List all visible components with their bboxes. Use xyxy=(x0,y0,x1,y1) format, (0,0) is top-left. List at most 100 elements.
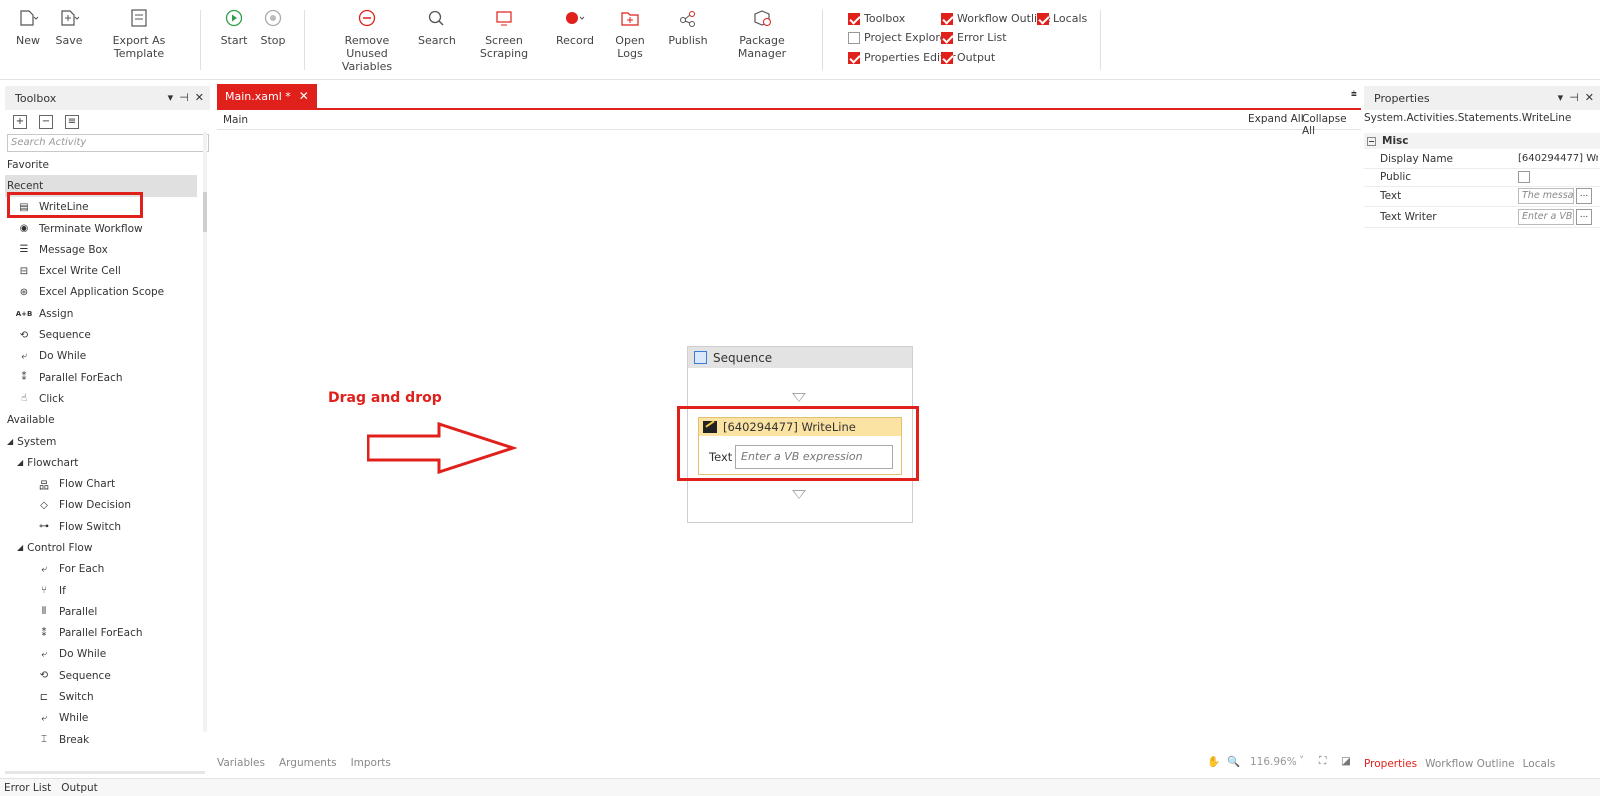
remove-icon xyxy=(358,9,376,27)
favorite-section[interactable]: Favorite xyxy=(5,154,210,175)
drag-and-drop-annotation: Drag and drop xyxy=(328,390,442,406)
pan-hand-icon[interactable]: ✋ xyxy=(1207,755,1220,768)
available-section[interactable]: Available xyxy=(5,410,210,431)
package-manager-button[interactable]: Package Manager xyxy=(720,8,804,60)
scrollbar-thumb[interactable] xyxy=(203,192,207,232)
public-checkbox[interactable] xyxy=(1518,170,1530,183)
text-writer-ellipsis-button[interactable]: ... xyxy=(1576,208,1592,225)
toolbox-item-while[interactable]: ⤶ While xyxy=(5,708,210,729)
checkbox-icon xyxy=(848,51,860,64)
prop-display-name: Display Name [640294477] Wri xyxy=(1364,149,1600,169)
toolbox-item-flow-chart[interactable]: 品 Flow Chart xyxy=(5,473,210,494)
control-flow-group[interactable]: ◢ Control Flow xyxy=(5,537,210,558)
save-button[interactable]: Save xyxy=(55,8,83,47)
fit-to-screen-icon[interactable]: ⛶ xyxy=(1319,755,1326,768)
start-button[interactable]: Start xyxy=(220,8,248,47)
toolbox-item-assign[interactable]: A+B Assign xyxy=(5,303,210,324)
toolbox-scrollbar[interactable] xyxy=(203,132,207,732)
toolbox-item-break[interactable]: ⌶ Break xyxy=(5,729,210,750)
output-tab[interactable]: Output xyxy=(61,782,97,794)
zoom-level[interactable]: 116.96% xyxy=(1250,756,1297,768)
tab-locals[interactable]: Locals xyxy=(1523,758,1556,774)
text-ellipsis-button[interactable]: ... xyxy=(1576,187,1592,204)
right-panel-tabs: Properties Workflow Outline Locals xyxy=(1364,758,1555,774)
list-view-icon[interactable]: ≡ xyxy=(65,115,79,129)
checkbox-icon xyxy=(941,12,953,25)
tab-main-xaml[interactable]: Main.xaml * ✕ xyxy=(217,84,317,108)
toolbox-item-if[interactable]: ⑂ If xyxy=(5,580,210,601)
toolbox-item-sequence[interactable]: ⟲ Sequence xyxy=(5,324,210,345)
stop-button[interactable]: Stop xyxy=(259,8,287,47)
toolbox-item-terminate-workflow[interactable]: ◉ Terminate Workflow xyxy=(5,218,210,239)
toolbox-item-parallel-foreach[interactable]: ⁑ Parallel ForEach xyxy=(5,367,210,388)
toolbox-item-flow-decision[interactable]: ◇ Flow Decision xyxy=(5,495,210,516)
close-icon[interactable]: ✕ xyxy=(195,91,204,104)
toggle-locals[interactable]: Locals xyxy=(1037,12,1087,25)
toggle-output[interactable]: Output xyxy=(941,51,995,64)
toolbox-item-for-each[interactable]: ⤶ For Each xyxy=(5,559,210,580)
overview-icon[interactable]: ◪ xyxy=(1341,755,1351,767)
search-button[interactable]: Search xyxy=(418,8,456,47)
variables-tab[interactable]: Variables xyxy=(217,757,265,769)
toolbox-item-excel-write-cell[interactable]: ⊟ Excel Write Cell xyxy=(5,260,210,281)
collapse-all-icon[interactable]: − xyxy=(39,115,53,129)
toolbox-item-switch[interactable]: ⊏ Switch xyxy=(5,686,210,707)
pin-icon[interactable]: ⊣ xyxy=(1569,91,1579,104)
tab-workflow-outline[interactable]: Workflow Outline xyxy=(1425,758,1515,774)
close-tab-icon[interactable]: ✕ xyxy=(299,89,309,103)
flowchart-icon: 品 xyxy=(39,480,49,492)
toggle-toolbox[interactable]: Toolbox xyxy=(848,12,905,25)
toolbox-item-click[interactable]: ☝ Click xyxy=(5,388,210,409)
toolbox-item-do-while[interactable]: ⤶ Do While xyxy=(5,346,210,367)
error-list-tab[interactable]: Error List xyxy=(4,782,51,794)
dropdown-icon[interactable]: ▾ xyxy=(1558,91,1564,104)
tab-properties[interactable]: Properties xyxy=(1364,758,1417,774)
properties-header: Properties ▾ ⊣ ✕ xyxy=(1364,86,1600,110)
drop-target-icon[interactable] xyxy=(792,490,806,499)
toggle-error-list[interactable]: Error List xyxy=(941,31,1007,44)
toggle-project-explorer[interactable]: Project Explorer xyxy=(848,31,951,44)
text-value-input[interactable]: The messag xyxy=(1518,187,1574,204)
overflow-menu-icon[interactable]: ⩧ xyxy=(1351,89,1357,100)
collapse-icon[interactable]: − xyxy=(1367,136,1376,146)
breadcrumb-main[interactable]: Main xyxy=(223,114,248,126)
toggle-workflow-outline[interactable]: Workflow Outline xyxy=(941,12,1051,25)
collapse-all-link[interactable]: Collapse All xyxy=(1302,113,1361,137)
system-group[interactable]: ◢ System xyxy=(5,431,210,452)
toolbox-item-parallel-foreach-2[interactable]: ⁑ Parallel ForEach xyxy=(5,623,210,644)
pin-icon[interactable]: ⊣ xyxy=(179,91,189,104)
open-logs-icon xyxy=(621,12,639,26)
dropdown-icon[interactable]: ▾ xyxy=(168,91,174,104)
ribbon-toolbar: New Save Export As Template Start Stop R… xyxy=(0,0,1600,80)
text-writer-input[interactable]: Enter a VB e xyxy=(1518,208,1574,225)
record-button[interactable]: Record xyxy=(556,8,594,47)
toolbox-item-do-while-2[interactable]: ⤶ Do While xyxy=(5,644,210,665)
flowchart-group[interactable]: ◢ Flowchart xyxy=(5,452,210,473)
expand-all-link[interactable]: Expand All xyxy=(1248,113,1304,125)
toolbox-item-parallel[interactable]: ⫴ Parallel xyxy=(5,601,210,622)
arguments-tab[interactable]: Arguments xyxy=(279,757,337,769)
toggle-properties-editor[interactable]: Properties Editor xyxy=(848,51,956,64)
zoom-dropdown-icon[interactable]: ˅ xyxy=(1299,755,1304,767)
toolbox-item-message-box[interactable]: ☰ Message Box xyxy=(5,239,210,260)
toolbox-item-excel-application-scope[interactable]: ⊛ Excel Application Scope xyxy=(5,282,210,303)
display-name-value[interactable]: [640294477] Wri xyxy=(1518,153,1598,164)
toolbox-hscrollbar[interactable] xyxy=(5,771,205,774)
export-as-template-button[interactable]: Export As Template xyxy=(96,8,182,60)
publish-button[interactable]: Publish xyxy=(668,8,708,47)
remove-unused-variables-button[interactable]: Remove Unused Variables xyxy=(325,8,409,73)
expand-triangle-icon: ◢ xyxy=(7,437,14,446)
toolbox-item-sequence-2[interactable]: ⟲ Sequence xyxy=(5,665,210,686)
close-icon[interactable]: ✕ xyxy=(1585,91,1594,104)
drop-target-icon[interactable] xyxy=(792,393,806,402)
misc-category[interactable]: − Misc xyxy=(1364,133,1600,149)
toolbox-item-flow-switch[interactable]: ⊶ Flow Switch xyxy=(5,516,210,537)
imports-tab[interactable]: Imports xyxy=(351,757,391,769)
zoom-icon[interactable]: 🔍 xyxy=(1227,755,1240,768)
new-button[interactable]: New xyxy=(14,8,42,47)
search-activity-input[interactable]: Search Activity xyxy=(7,134,209,152)
expand-all-icon[interactable]: + xyxy=(13,115,27,129)
screen-scraping-button[interactable]: Screen Scraping xyxy=(466,8,542,60)
prop-text: Text The messag ... xyxy=(1364,185,1600,207)
open-logs-button[interactable]: Open Logs xyxy=(604,8,656,60)
